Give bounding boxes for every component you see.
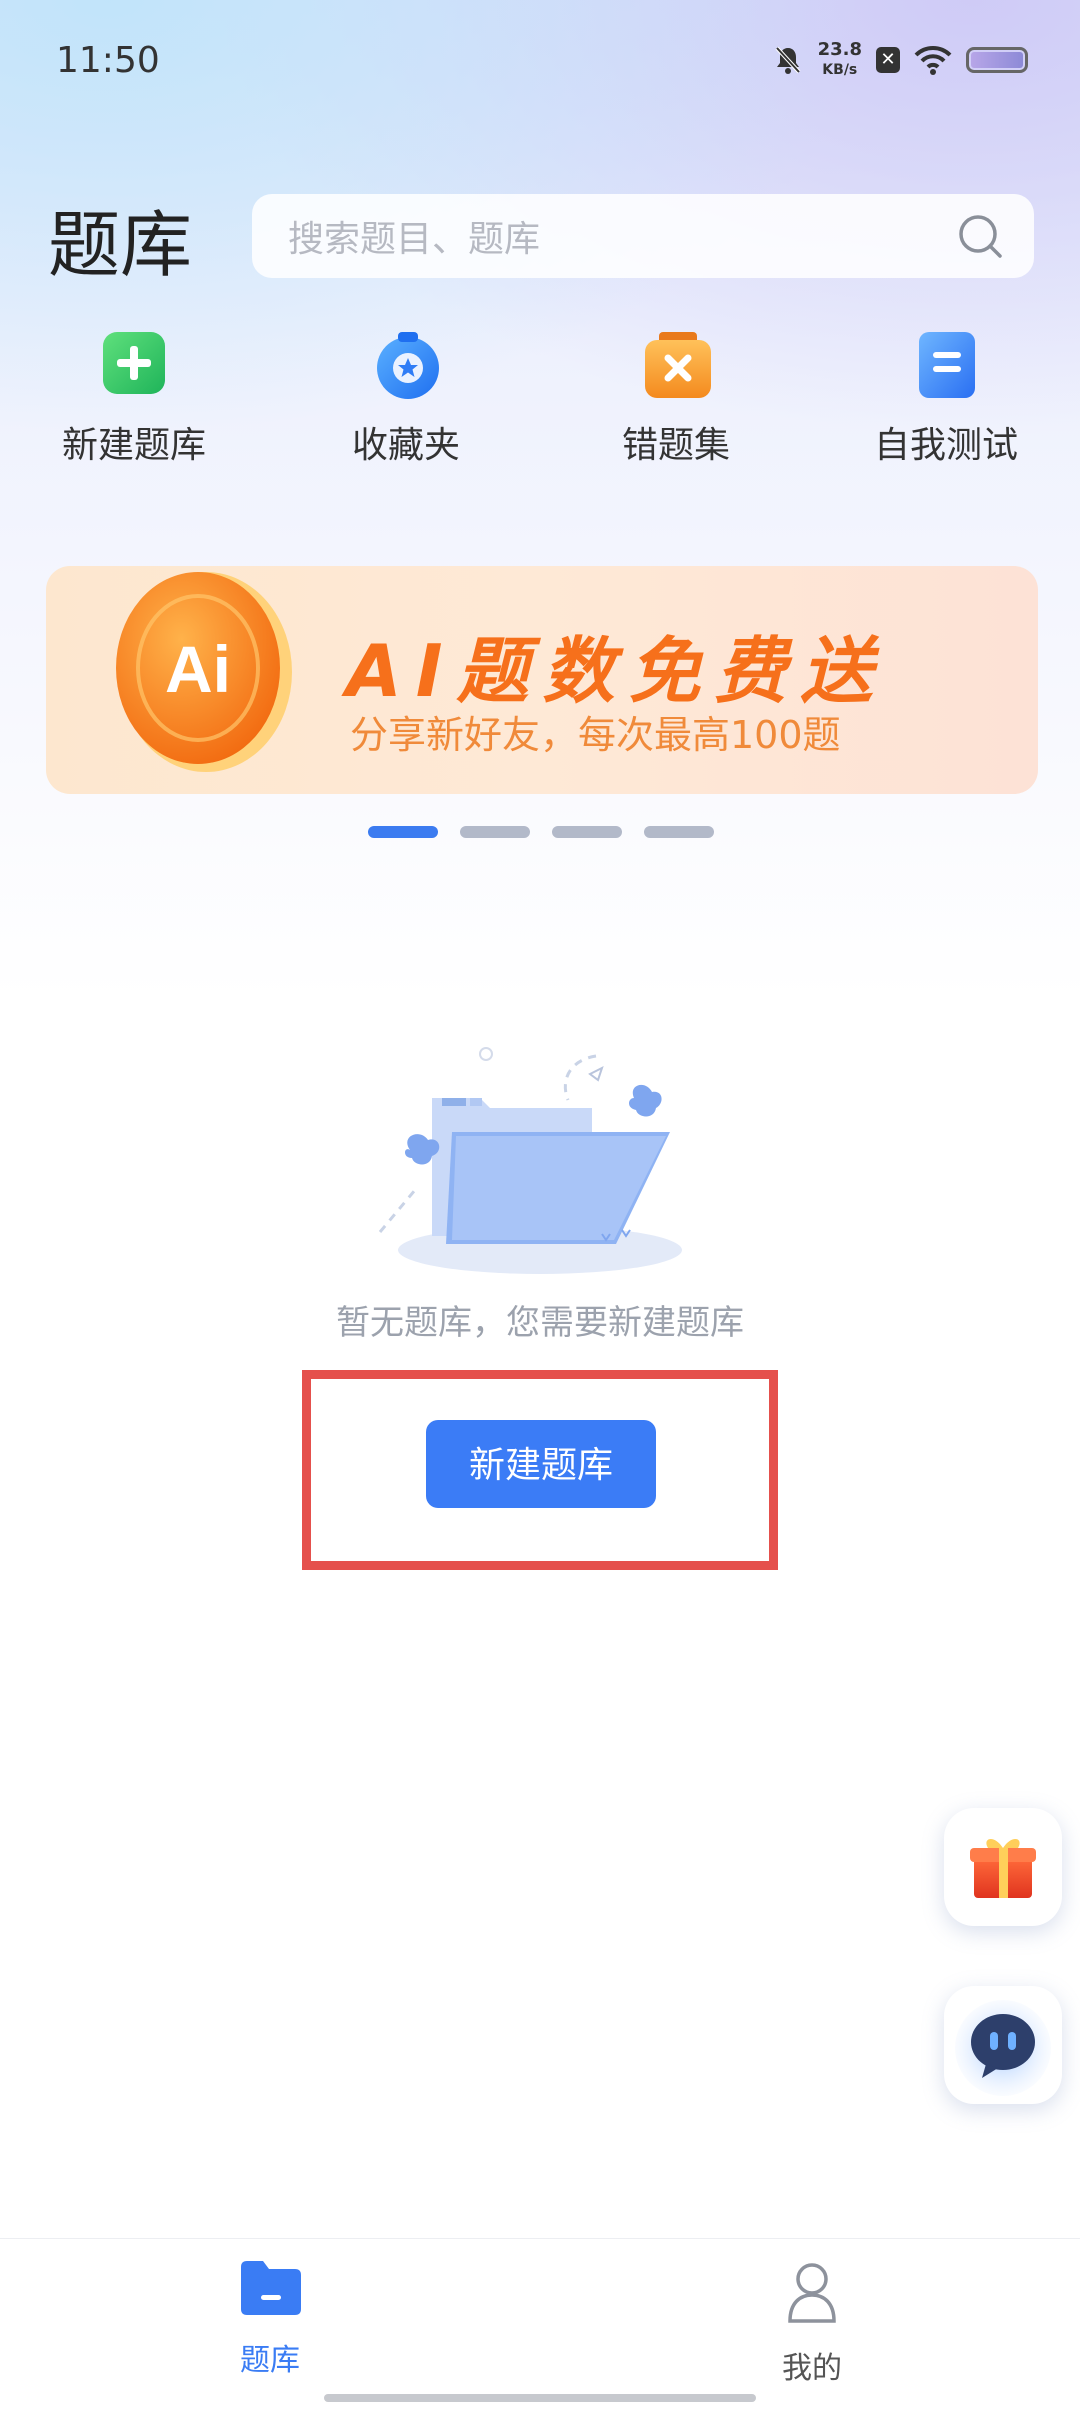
- nav-label: 题库: [240, 2343, 300, 2378]
- bell-muted-icon: [775, 46, 801, 74]
- pagination-dot-active[interactable]: [368, 826, 438, 838]
- wifi-icon: [914, 45, 952, 75]
- gift-button[interactable]: [944, 1808, 1062, 1926]
- plus-icon: [101, 330, 167, 396]
- search-bar[interactable]: 搜索题目、题库: [252, 194, 1034, 278]
- quick-action-label: 错题集: [621, 425, 730, 466]
- banner-title: AI题数免费送: [346, 629, 887, 713]
- net-speed-value: 23.8: [817, 39, 862, 60]
- chat-bot-icon: [955, 2000, 1051, 2096]
- nav-item-mine[interactable]: 我的: [712, 2259, 912, 2387]
- quick-action-self-test[interactable]: 自我测试: [846, 330, 1046, 468]
- close-badge-icon: ✕: [876, 47, 900, 73]
- net-speed-unit: KB/s: [822, 62, 858, 78]
- quick-action-label: 自我测试: [873, 425, 1018, 466]
- nav-label: 我的: [782, 2351, 842, 2386]
- chat-bot-button[interactable]: [944, 1986, 1062, 2104]
- gift-icon: [970, 1838, 1036, 1898]
- search-icon[interactable]: [956, 212, 1004, 260]
- quick-action-new-bank[interactable]: 新建题库: [34, 330, 234, 468]
- status-time: 11:50: [56, 40, 160, 81]
- document-icon: [913, 330, 979, 398]
- quick-action-label: 收藏夹: [351, 425, 460, 466]
- promo-banner[interactable]: Ai AI题数免费送 分享新好友，每次最高100题: [46, 566, 1038, 794]
- home-indicator[interactable]: [324, 2394, 756, 2402]
- wrong-mark-icon: [643, 330, 711, 398]
- page-title: 题库: [48, 203, 193, 287]
- banner-pagination: [368, 826, 714, 838]
- star-icon: [373, 330, 439, 399]
- quick-action-wrong-set[interactable]: 错题集: [576, 330, 776, 468]
- status-icons: 23.8 KB/s ✕: [772, 40, 1028, 80]
- net-speed: 23.8 KB/s: [818, 40, 862, 80]
- coin-text: Ai: [165, 632, 231, 706]
- user-icon: [788, 2263, 836, 2323]
- battery-icon: [966, 47, 1028, 73]
- empty-state-message: 暂无题库，您需要新建题库: [336, 1303, 744, 1343]
- pagination-dot[interactable]: [460, 826, 530, 838]
- quick-action-favorites[interactable]: 收藏夹: [306, 330, 506, 468]
- banner-subtitle: 分享新好友，每次最高100题: [350, 713, 841, 757]
- pagination-dot[interactable]: [644, 826, 714, 838]
- pagination-dot[interactable]: [552, 826, 622, 838]
- folder-icon: [241, 2261, 301, 2315]
- nav-item-bank[interactable]: 题库: [170, 2259, 370, 2379]
- ai-coin-icon: Ai: [116, 572, 292, 772]
- quick-action-label: 新建题库: [61, 425, 206, 466]
- search-input[interactable]: 搜索题目、题库: [288, 210, 540, 262]
- bottom-navigation: 题库 我的: [0, 2238, 1080, 2409]
- create-bank-button[interactable]: 新建题库: [426, 1420, 656, 1508]
- empty-folder-illustration: [378, 1047, 682, 1274]
